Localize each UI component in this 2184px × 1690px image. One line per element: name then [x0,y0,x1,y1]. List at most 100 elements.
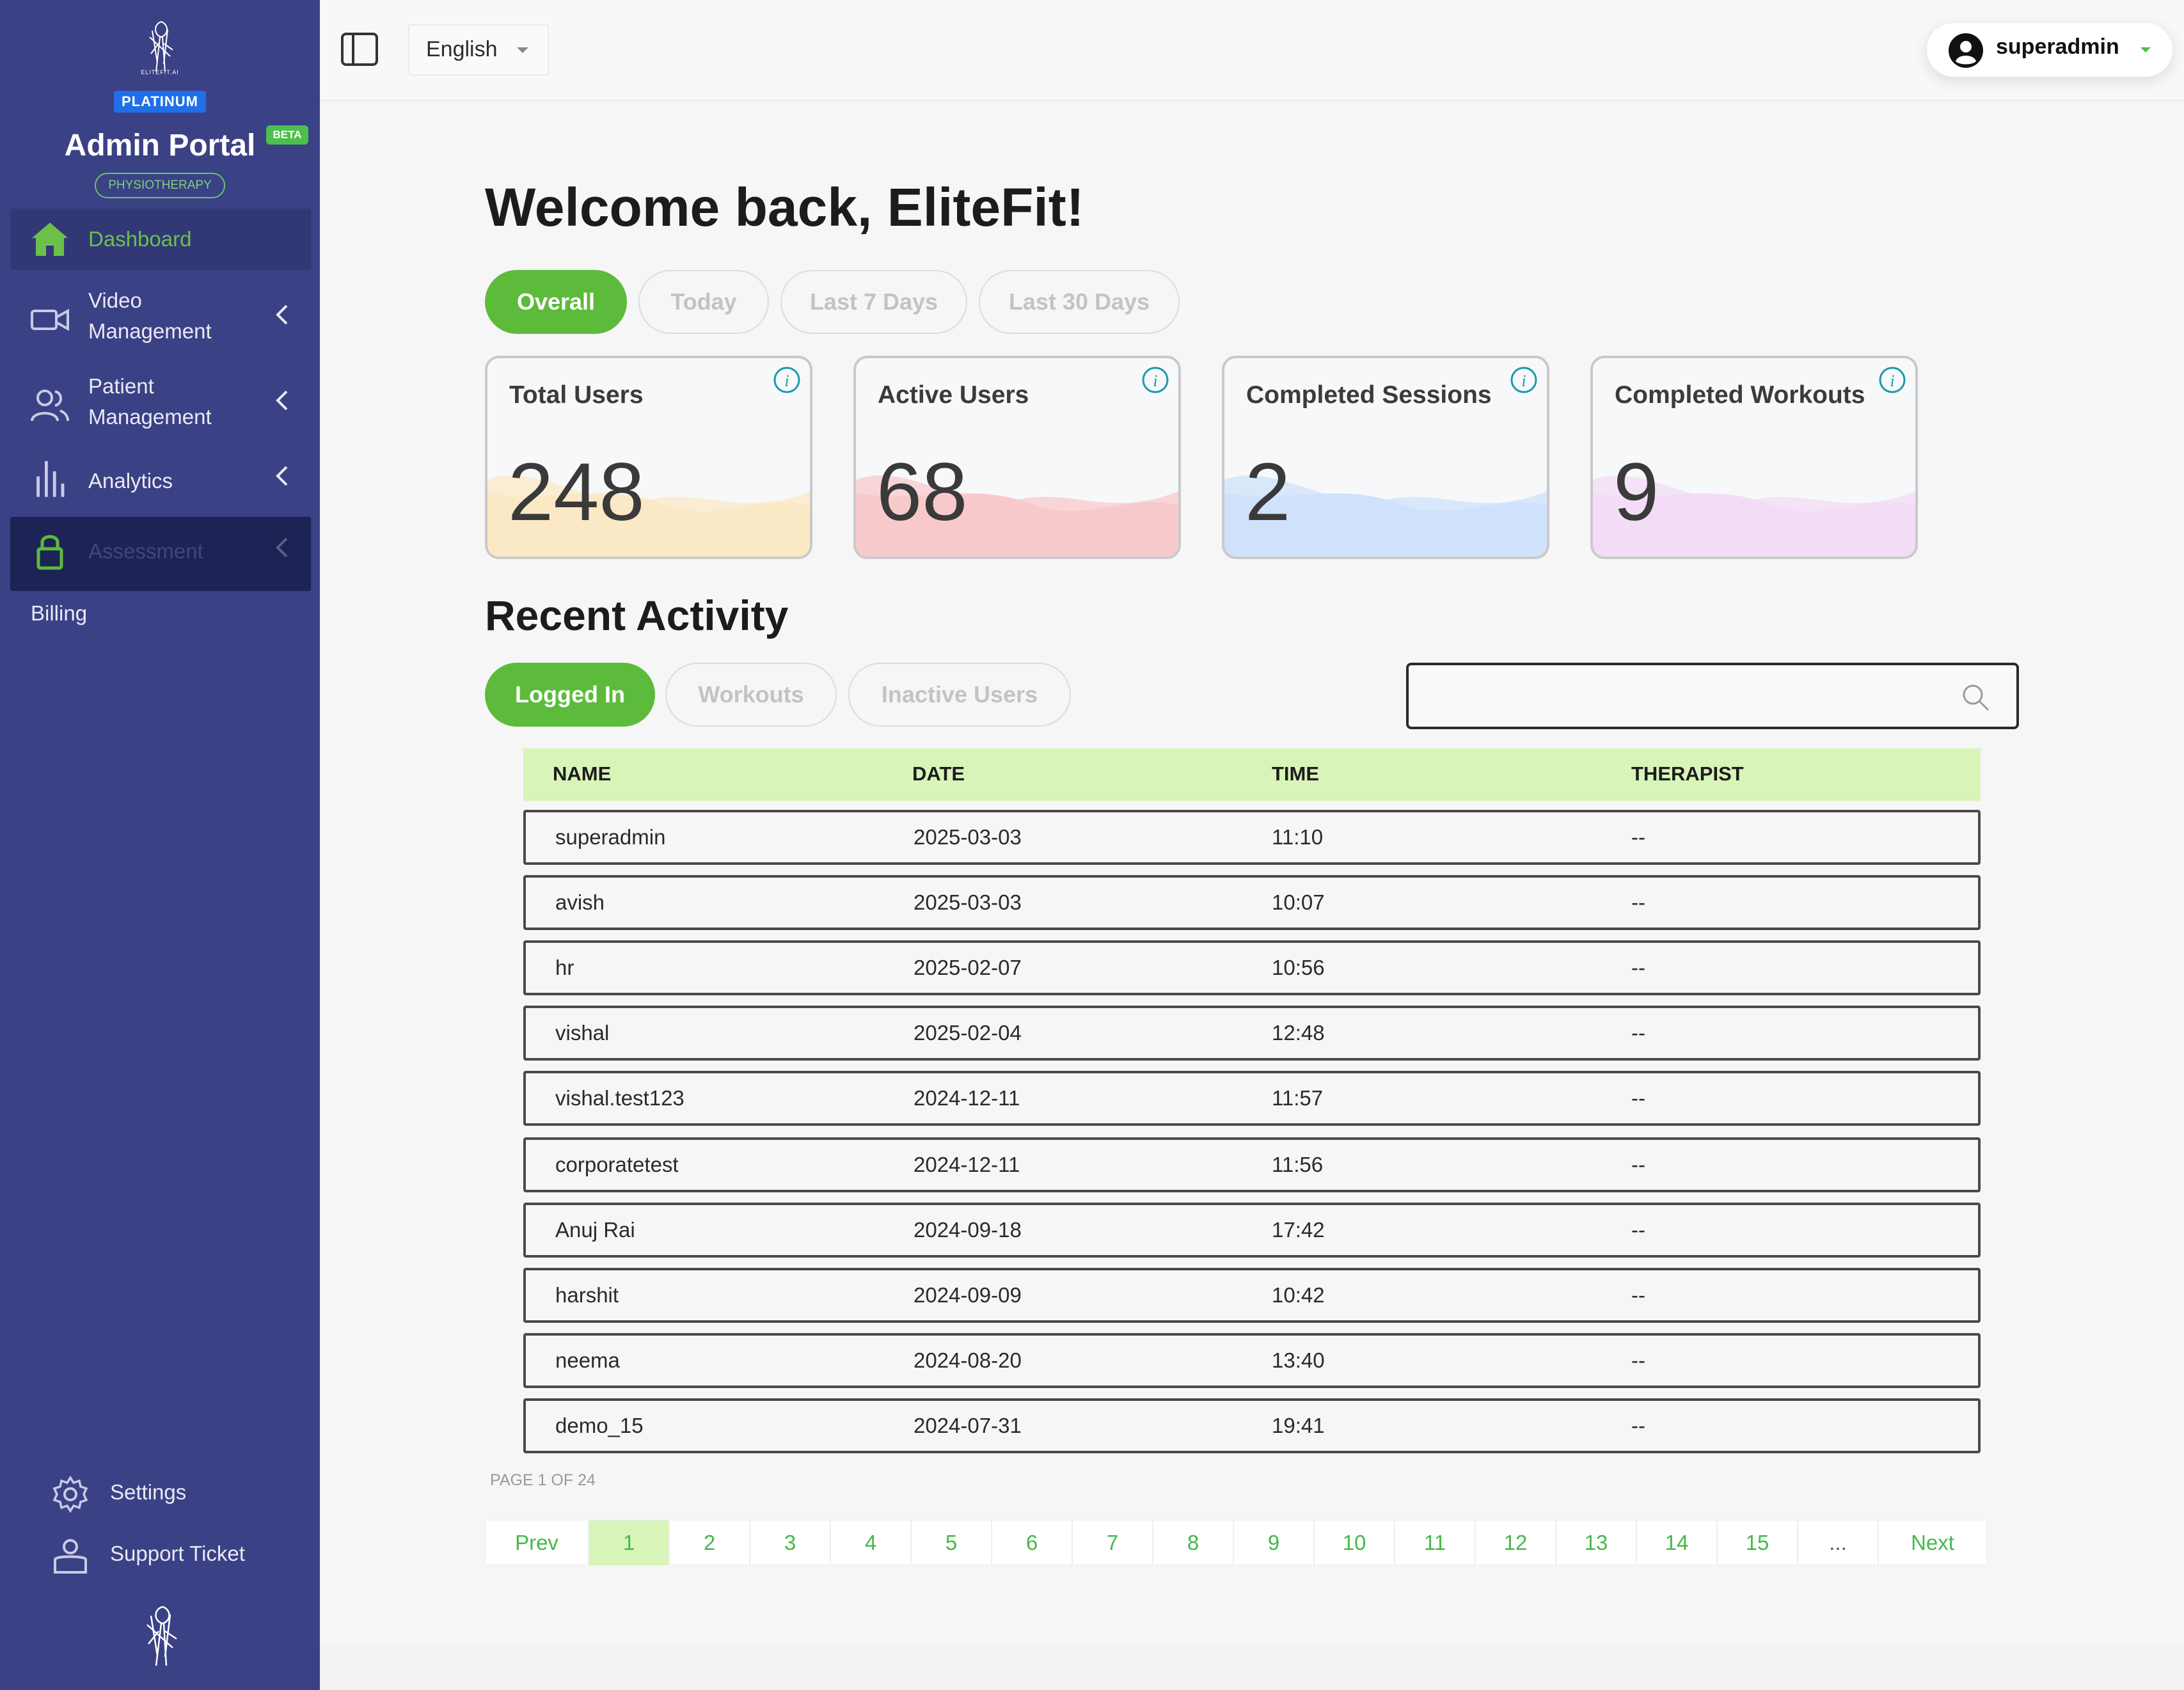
sidebar-item-patient-management[interactable]: Patient Management [10,367,311,443]
cell-time: 11:10 [1272,825,1324,849]
cell-time: 12:48 [1272,1021,1325,1045]
tab-last-30-days[interactable]: Last 30 Days [979,270,1180,334]
stat-value: 248 [508,446,645,538]
cell-time: 11:57 [1272,1086,1324,1110]
sidebar: ELITEFIT.AI PLATINUM Admin Portal BETA P… [0,0,320,1690]
stat-card-completed-sessions: Completed Sessions i 2 [1222,356,1549,559]
page-button[interactable]: 12 [1476,1520,1556,1565]
cell-date: 2025-02-07 [914,956,1022,979]
table-row[interactable]: hr 2025-02-07 10:56 -- [523,940,1981,995]
column-header-name[interactable]: NAME [553,762,611,786]
page-button[interactable]: 9 [1234,1520,1315,1565]
sidebar-item-dashboard[interactable]: Dashboard [10,209,311,270]
sidebar-item-label: Video Management [88,288,212,343]
page-button[interactable]: 8 [1153,1520,1234,1565]
page-button[interactable]: 14 [1637,1520,1718,1565]
info-icon[interactable]: i [1141,366,1169,394]
stat-value: 68 [876,446,968,538]
column-header-time[interactable]: TIME [1272,762,1319,786]
tab-inactive-users[interactable]: Inactive Users [848,663,1071,727]
sidebar-toggle-icon[interactable] [340,32,379,67]
info-icon[interactable]: i [773,366,801,394]
table-row[interactable]: avish 2025-03-03 10:07 -- [523,875,1981,930]
page-button[interactable]: 13 [1556,1520,1637,1565]
page-button[interactable]: 15 [1718,1520,1798,1565]
tab-logged-in[interactable]: Logged In [485,663,655,727]
next-page-button[interactable]: Next [1879,1520,1986,1565]
page-button[interactable]: 6 [992,1520,1073,1565]
language-select[interactable]: English [408,24,549,75]
page-button[interactable]: 10 [1315,1520,1395,1565]
stat-value: 9 [1613,446,1659,538]
section-title: Recent Activity [485,592,789,639]
sidebar-item-billing[interactable]: Billing [31,601,87,626]
username: superadmin [1996,35,2119,59]
cell-date: 2024-07-31 [914,1414,1022,1437]
tab-last-7-days[interactable]: Last 7 Days [780,270,967,334]
beta-badge: BETA [266,125,308,145]
sidebar-item-label: Support Ticket [110,1542,245,1565]
tab-overall[interactable]: Overall [485,270,627,334]
info-icon[interactable]: i [1510,366,1538,394]
column-header-date[interactable]: DATE [912,762,965,786]
cell-name: neema [555,1348,620,1372]
cell-name: harshit [555,1283,619,1307]
topbar [320,0,2184,101]
page-button[interactable]: 4 [831,1520,912,1565]
cell-time: 17:42 [1272,1218,1325,1242]
cell-therapist: -- [1631,825,1645,849]
svg-text:i: i [784,372,789,390]
cell-time: 10:56 [1272,956,1325,979]
cell-therapist: -- [1631,1414,1645,1437]
prev-page-button[interactable]: Prev [486,1520,589,1565]
table-row[interactable]: Anuj Rai 2024-09-18 17:42 -- [523,1203,1981,1258]
tab-workouts[interactable]: Workouts [665,663,837,727]
cell-date: 2024-09-18 [914,1218,1022,1242]
table-row[interactable]: harshit 2024-09-09 10:42 -- [523,1268,1981,1323]
sidebar-item-label: Assessment [88,539,203,563]
info-icon[interactable]: i [1878,366,1906,394]
cell-date: 2025-03-03 [914,890,1022,914]
tab-today[interactable]: Today [638,270,769,334]
table-row[interactable]: corporatetest 2024-12-11 11:56 -- [523,1137,1981,1192]
sidebar-item-analytics[interactable]: Analytics [10,453,311,514]
search-input[interactable] [1406,663,2019,729]
chevron-left-icon[interactable] [273,302,292,328]
cell-time: 10:07 [1272,890,1325,914]
caret-down-icon [2140,47,2151,52]
search-icon[interactable] [1960,682,1991,713]
page-button[interactable]: 2 [670,1520,750,1565]
cell-date: 2024-12-11 [914,1153,1020,1176]
brand-small-text: ELITEFIT.AI [141,69,179,75]
table-row[interactable]: demo_15 2024-07-31 19:41 -- [523,1398,1981,1453]
cell-name: vishal.test123 [555,1086,684,1110]
chevron-left-icon[interactable] [273,388,292,413]
page-title: Welcome back, EliteFit! [485,177,1084,237]
table-row[interactable]: vishal 2025-02-04 12:48 -- [523,1006,1981,1061]
caret-down-icon [517,47,528,53]
cell-time: 19:41 [1272,1414,1325,1437]
page-ellipsis: ... [1798,1520,1879,1565]
page-button[interactable]: 3 [750,1520,831,1565]
elitefit-logo-icon [146,1606,177,1666]
stat-value: 2 [1245,446,1291,538]
table-row[interactable]: superadmin 2025-03-03 11:10 -- [523,810,1981,865]
table-row[interactable]: vishal.test123 2024-12-11 11:57 -- [523,1071,1981,1126]
cell-therapist: -- [1631,956,1645,979]
sidebar-item-assessment[interactable]: Assessment [10,517,311,591]
stat-title: Completed Workouts [1615,381,1865,409]
user-menu[interactable]: superadmin [1927,23,2172,77]
page-button[interactable]: 5 [912,1520,992,1565]
chevron-left-icon[interactable] [273,463,292,489]
table-row[interactable]: neema 2024-08-20 13:40 -- [523,1333,1981,1388]
lock-icon [36,535,63,570]
bar-chart-icon [36,461,65,497]
page-button[interactable]: 7 [1073,1520,1153,1565]
page-button[interactable]: 11 [1395,1520,1476,1565]
cell-date: 2024-09-09 [914,1283,1022,1307]
column-header-therapist[interactable]: THERAPIST [1631,762,1744,786]
page-button[interactable]: 1 [589,1520,670,1565]
gear-icon [52,1475,88,1513]
sidebar-item-video-management[interactable]: Video Management [10,281,311,357]
cell-time: 10:42 [1272,1283,1325,1307]
